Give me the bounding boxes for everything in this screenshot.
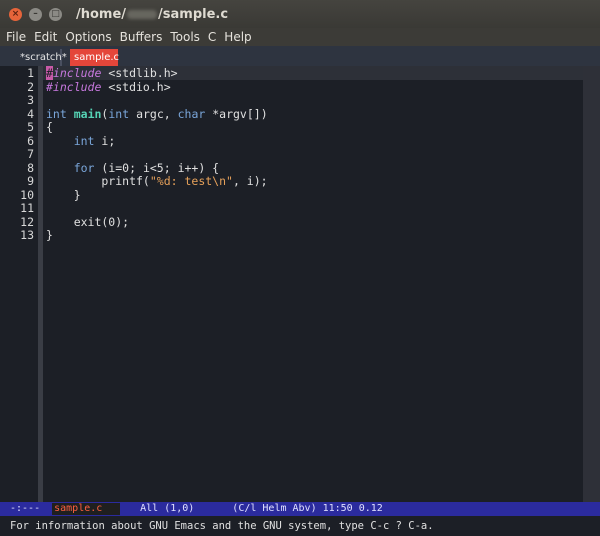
maximize-window-button[interactable]: □ [49,7,62,21]
code-token: } [46,187,81,202]
line-number: 5 [27,120,34,134]
code-token: int [108,106,130,121]
code-token: <stdio.h> [101,79,171,94]
line-number: 8 [27,160,34,175]
code-token: "%d: test\n" [149,174,233,188]
modeline-time-load: 11:50 0.12 [322,503,383,514]
code-token: main [73,106,102,121]
menu-tools[interactable]: Tools [170,28,200,46]
code-token: #include [46,79,102,94]
close-window-button[interactable]: × [9,7,22,21]
code-token: } [46,228,53,242]
menu-file[interactable]: File [6,28,26,46]
tab-bar: *scratch* sample.c [0,46,600,67]
window-title-suffix: /sample.c [158,6,229,22]
code-token: (i=0; i<5; i++) { [94,160,220,175]
close-icon: × [11,8,20,19]
code-token: printf( [46,174,150,188]
tab-scratch[interactable]: *scratch* [16,49,67,66]
maximize-icon: □ [51,8,60,19]
code-token: argc, [129,106,178,121]
line-number-gutter: 1 2 3 4 5 6 7 8 9 10 11 12 13 [0,66,38,502]
line-number: 13 [20,228,34,242]
modeline-status: -:--- [10,503,41,514]
code-token: char [177,106,206,121]
echo-area: For information about GNU Emacs and the … [0,516,600,536]
modeline-major-mode[interactable]: (C/l Helm Abv) [232,502,316,516]
line-number: 1 [27,66,34,80]
mode-line: -:--- sample.c All (1,0) (C/l Helm Abv) … [0,502,600,516]
modeline-buffer-name[interactable]: sample.c [52,503,121,515]
line-number: 2 [27,79,34,94]
code-token: { [46,120,53,134]
code-line[interactable]: exit(0); [46,214,130,230]
code-line[interactable]: { [46,120,53,135]
code-token: include [52,66,102,80]
redacted-username [127,9,158,19]
code-line[interactable]: int main(int argc, char *argv[]) [46,106,268,122]
code-token: exit(0); [46,214,130,229]
title-bar: × – □ /home/ /sample.c [0,0,600,28]
line-number: 11 [20,201,34,215]
code-token: i; [94,133,116,148]
line-number: 10 [20,187,34,202]
text-cursor: # [46,66,53,80]
code-token: , i); [232,174,268,188]
vertical-scrollbar[interactable] [583,66,600,502]
code-token: for [73,160,95,175]
emacs-window: × – □ /home/ /sample.c File Edit Options … [0,0,600,536]
code-line[interactable]: printf("%d: test\n", i); [46,174,268,189]
code-line[interactable]: } [46,187,81,203]
menu-c[interactable]: C [208,28,216,46]
window-title: /home/ /sample.c [76,7,228,22]
menu-buffers[interactable]: Buffers [120,28,163,46]
line-number: 9 [27,174,34,188]
menu-options[interactable]: Options [65,28,111,46]
minimize-window-button[interactable]: – [29,7,42,21]
code-line[interactable]: #include <stdlib.h> [46,66,178,81]
fringe [38,66,43,502]
code-token: <stdlib.h> [101,66,178,80]
line-number: 12 [20,214,34,229]
code-token: int [46,106,67,121]
minimize-icon: – [33,8,38,19]
code-line[interactable]: } [46,228,53,243]
modeline-position: All (1,0) [140,503,195,514]
window-title-prefix: /home/ [76,6,127,22]
editor-area[interactable]: 1 2 3 4 5 6 7 8 9 10 11 12 13 #include <stdlib.h> #in… [0,66,600,502]
code-line[interactable]: #include <stdio.h> [46,79,171,95]
line-number: 4 [27,106,34,121]
menu-help[interactable]: Help [224,28,251,46]
menu-edit[interactable]: Edit [34,28,57,46]
code-token: int [73,133,95,148]
line-number: 6 [27,133,34,148]
code-token: *argv[]) [205,106,268,121]
tab-sample-c[interactable]: sample.c [70,49,119,66]
line-number: 7 [27,147,34,161]
code-line[interactable]: int i; [46,133,116,149]
line-number: 3 [27,93,34,107]
menu-bar: File Edit Options Buffers Tools C Help [0,28,600,46]
code-line[interactable]: for (i=0; i<5; i++) { [46,160,220,176]
